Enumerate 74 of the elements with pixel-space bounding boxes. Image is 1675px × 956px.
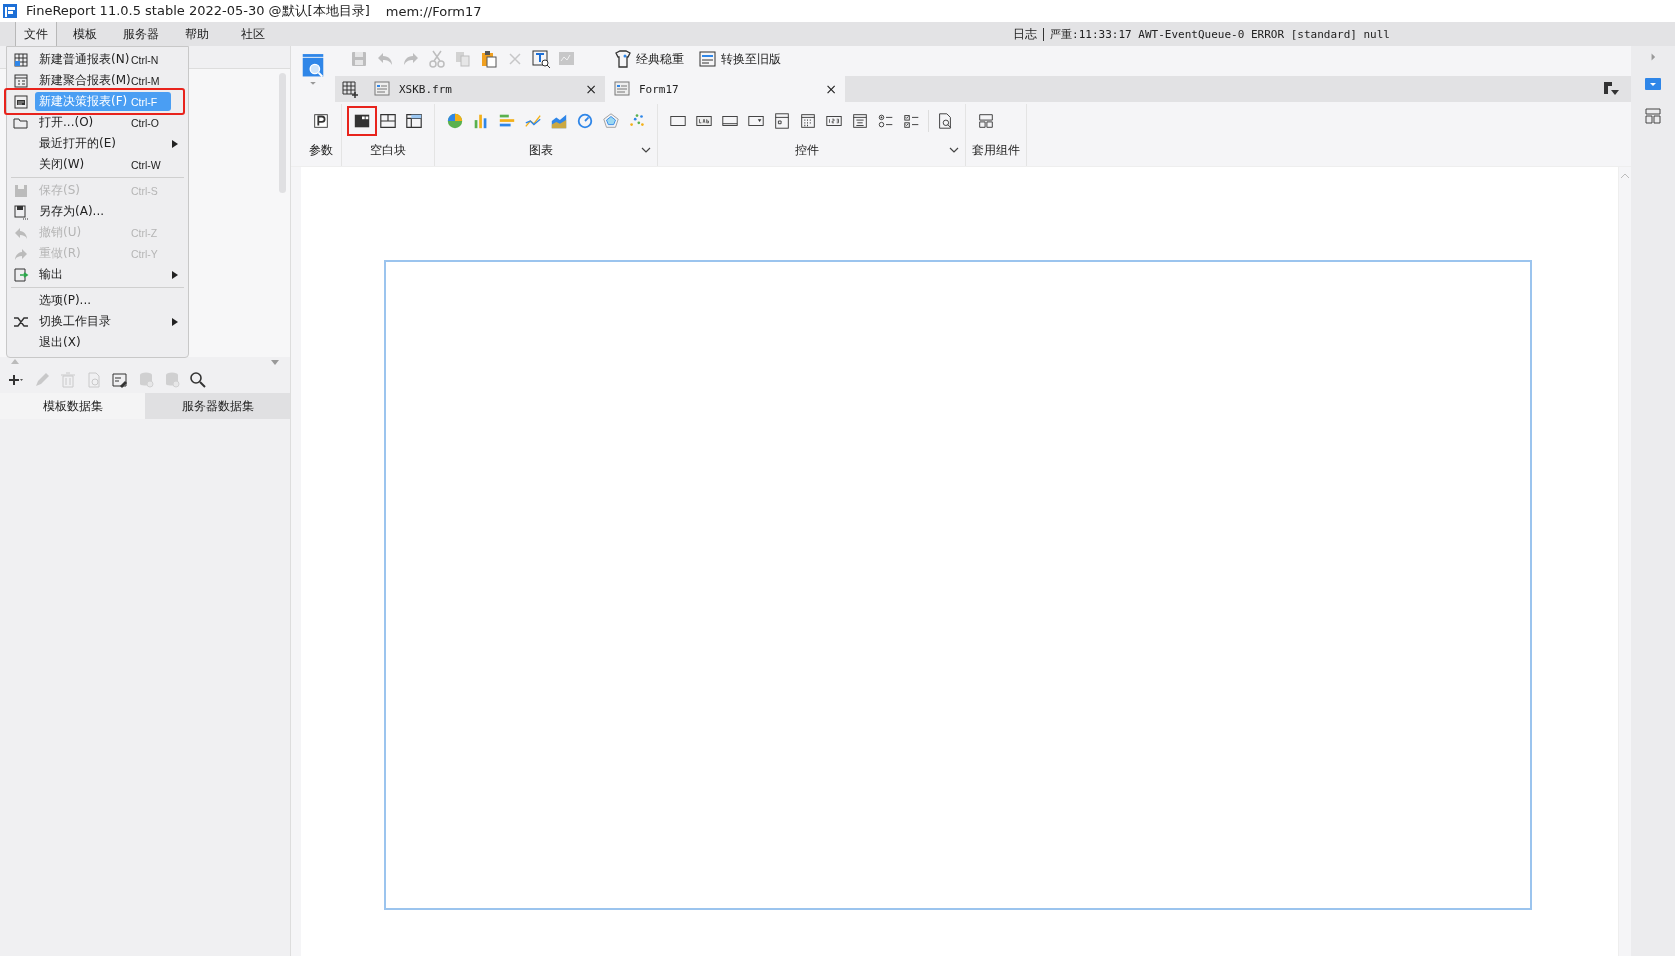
save-as-icon	[13, 203, 29, 220]
group-label: 套用组件	[972, 141, 1020, 159]
gauge-chart-icon[interactable]	[576, 112, 594, 130]
radar-chart-icon[interactable]	[602, 112, 620, 130]
menu-item[interactable]: 最近打开的(E)	[35, 134, 131, 153]
pie-chart-icon[interactable]	[446, 112, 464, 130]
shortcut-text: Ctrl-N	[131, 53, 160, 66]
parameter-icon[interactable]	[312, 112, 330, 130]
menu-item[interactable]: 模板	[57, 22, 113, 46]
dataset-tab[interactable]: 服务器数据集	[145, 393, 290, 419]
widget-button[interactable]	[347, 106, 377, 136]
group-label: 参数	[308, 141, 334, 159]
shortcut-text: Ctrl-F	[131, 95, 159, 108]
group-label: 控件	[793, 141, 820, 159]
shortcut-text: Ctrl-S	[131, 184, 159, 197]
save-icon	[13, 182, 29, 199]
shirt-icon	[613, 49, 633, 69]
layout-icon[interactable]	[1643, 106, 1663, 126]
checkbox-group-icon[interactable]	[903, 112, 921, 130]
tree-widget-icon[interactable]	[773, 112, 791, 130]
menu-item[interactable]: 新建聚合报表(M)	[35, 71, 131, 90]
group-label: 空白块	[369, 141, 407, 159]
menu-item[interactable]: 退出(X)	[35, 333, 131, 352]
toolbar-button[interactable]: 转换至旧版	[694, 49, 785, 69]
document-path: mem://Form17	[385, 3, 482, 19]
paste-icon[interactable]	[479, 49, 499, 69]
edit-dataset-icon[interactable]	[110, 370, 130, 390]
file-search-icon[interactable]	[936, 112, 954, 130]
menu-item[interactable]: 关闭(W)	[35, 155, 131, 174]
menu-item[interactable]: 服务器	[113, 22, 169, 46]
menu-item[interactable]: 新建普通报表(N)	[35, 50, 131, 69]
form-file-icon	[373, 79, 393, 99]
chevron-down-icon[interactable]	[641, 145, 651, 155]
dataset-tab[interactable]: 模板数据集	[0, 393, 145, 419]
window-title: FineReport 11.0.5 stable 2022-05-30 @默认[本地目录]	[26, 2, 370, 20]
block-icon[interactable]	[353, 112, 371, 130]
preview-icon[interactable]	[531, 49, 551, 69]
form-report-icon	[13, 93, 29, 110]
close-icon[interactable]: ×	[585, 81, 597, 97]
radio-group-icon[interactable]	[877, 112, 895, 130]
chevron-down-icon[interactable]	[949, 145, 959, 155]
shortcut-text: Ctrl-Y	[131, 247, 159, 260]
aggregate-report-icon	[13, 72, 29, 89]
menu-item[interactable]: 另存为(A)...	[35, 202, 131, 221]
text-area-icon[interactable]	[851, 112, 869, 130]
log-label[interactable]: 日志	[1013, 25, 1038, 43]
table-block-icon[interactable]	[405, 112, 423, 130]
shortcut-text: Ctrl-Z	[131, 226, 159, 239]
shortcut-text: Ctrl-M	[131, 74, 161, 87]
menu-item[interactable]: 切换工作目录	[35, 312, 131, 331]
shortcut-text: Ctrl-O	[131, 116, 160, 129]
report-icon	[13, 51, 29, 68]
group-label: 图表	[528, 141, 554, 159]
menu-item[interactable]: 帮助	[169, 22, 225, 46]
document-tab[interactable]: Form17 ×	[605, 76, 845, 102]
menu-item[interactable]: 输出	[35, 265, 131, 284]
menu-item[interactable]: 社区	[225, 22, 281, 46]
shortcut-text: Ctrl-W	[131, 158, 162, 171]
toolbar-button[interactable]: 经典稳重	[609, 49, 688, 69]
search-icon[interactable]	[188, 370, 208, 390]
close-icon[interactable]: ×	[825, 81, 837, 97]
document-icon	[698, 49, 718, 69]
line-chart-icon[interactable]	[524, 112, 542, 130]
layout-icon[interactable]	[977, 112, 995, 130]
menu-item[interactable]: 选项(P)...	[35, 291, 131, 310]
form-file-icon	[613, 79, 633, 99]
menu-item[interactable]: 文件	[15, 22, 57, 46]
area-chart-icon[interactable]	[550, 112, 568, 130]
menu-item[interactable]: 打开...(O)	[35, 113, 131, 132]
split-block-icon[interactable]	[379, 112, 397, 130]
calendar-icon[interactable]	[799, 112, 817, 130]
add-grid-icon[interactable]	[340, 79, 360, 99]
export-icon	[13, 266, 29, 283]
log-message: 严重:11:33:17 AWT-EventQueue-0 ERROR [standard] null	[1050, 26, 1390, 42]
